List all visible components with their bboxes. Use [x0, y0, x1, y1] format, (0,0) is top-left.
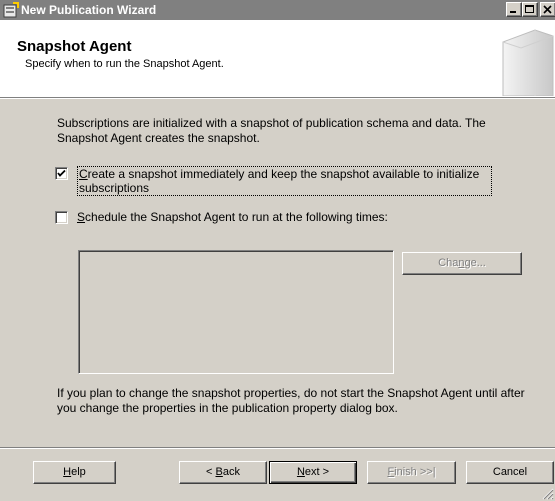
schedule-agent-label[interactable]: Schedule the Snapshot Agent to run at th…: [77, 210, 477, 224]
checkmark-icon: [57, 169, 66, 177]
next-label: ext >: [304, 466, 330, 478]
server-graphic-icon: [502, 29, 554, 96]
schedule-agent-label-text: chedule the Snapshot Agent to run at the…: [85, 210, 388, 224]
change-label-pre: Cha: [438, 257, 459, 269]
title-bar[interactable]: New Publication Wizard: [0, 0, 555, 20]
mnemonic-s: S: [77, 210, 86, 224]
page-subtitle: Specify when to run the Snapshot Agent.: [25, 58, 224, 70]
back-label: ack: [222, 466, 240, 478]
properties-note: If you plan to change the snapshot prope…: [57, 386, 525, 415]
resize-grip-icon[interactable]: [540, 486, 554, 500]
change-label-post: ge...: [464, 257, 486, 269]
minimize-icon: [510, 11, 516, 13]
schedule-agent-checkbox[interactable]: [55, 211, 68, 224]
minimize-button[interactable]: [506, 2, 522, 17]
next-button[interactable]: Next >: [269, 461, 357, 484]
finish-label: inish >>|: [394, 466, 436, 478]
wizard-window: New Publication Wizard Snapshot Agent Sp…: [0, 0, 555, 501]
back-prefix: <: [206, 466, 216, 478]
help-button[interactable]: Help: [33, 461, 116, 484]
next-mnemonic: N: [296, 466, 305, 478]
help-mnemonic: H: [63, 466, 72, 478]
create-snapshot-label-text: reate a snapshot immediately and keep th…: [79, 167, 480, 195]
change-schedule-button[interactable]: Change...: [402, 252, 522, 275]
maximize-button[interactable]: [522, 2, 538, 17]
back-mnemonic: B: [215, 466, 223, 478]
page-title: Snapshot Agent: [17, 38, 132, 55]
footer-separator: [0, 447, 555, 449]
schedule-description-box: [78, 250, 394, 374]
wizard-header: Snapshot Agent Specify when to run the S…: [0, 20, 555, 99]
intro-text: Subscriptions are initialized with a sna…: [57, 116, 486, 145]
mnemonic-c: C: [79, 167, 88, 181]
maximize-icon: [525, 5, 534, 13]
create-snapshot-checkbox[interactable]: [55, 167, 68, 180]
cancel-button[interactable]: Cancel: [466, 461, 554, 484]
window-title: New Publication Wizard: [21, 3, 157, 17]
back-button[interactable]: < Back: [179, 461, 267, 484]
help-label: elp: [71, 466, 86, 478]
finish-button[interactable]: Finish >>|: [367, 461, 456, 484]
wizard-app-icon: [3, 2, 19, 18]
close-icon: [543, 5, 552, 14]
close-button[interactable]: [540, 2, 555, 17]
create-snapshot-label[interactable]: Create a snapshot immediately and keep t…: [77, 166, 492, 196]
